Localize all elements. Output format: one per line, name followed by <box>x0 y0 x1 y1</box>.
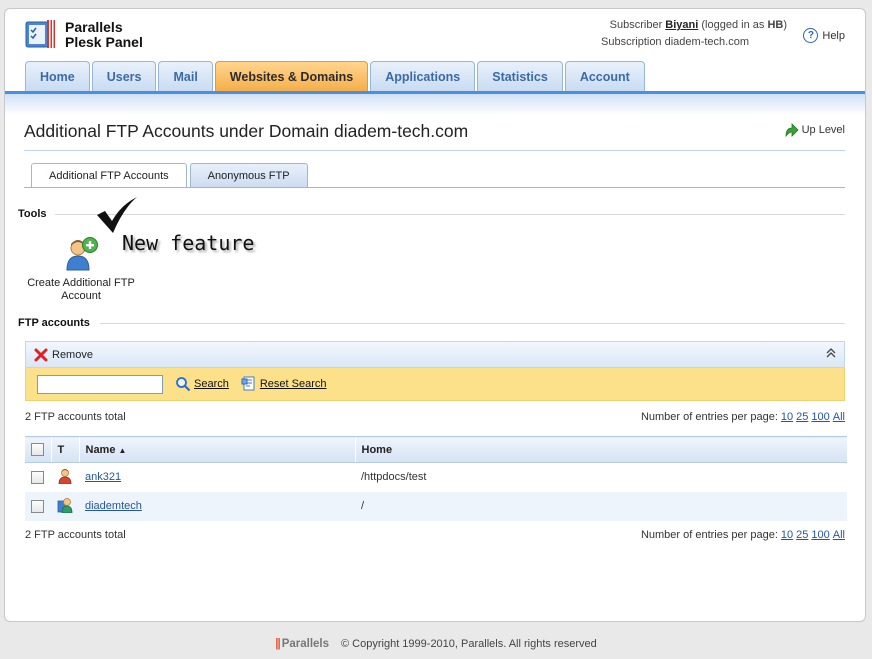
home-directory: /httpdocs/test <box>355 462 847 492</box>
plesk-logo-icon <box>25 19 57 49</box>
sort-asc-icon: ▲ <box>118 445 127 455</box>
tab-home[interactable]: Home <box>25 61 90 91</box>
per-page-25[interactable]: 25 <box>796 529 808 541</box>
system-user-ftp-icon <box>57 497 73 513</box>
list-toolbar: Remove <box>25 341 845 368</box>
copyright-text: © Copyright 1999-2010, Parallels. All ri… <box>341 638 597 650</box>
subtabs: Additional FTP Accounts Anonymous FTP <box>31 163 308 188</box>
remove-icon <box>34 348 48 361</box>
new-feature-annotation: New feature <box>122 231 255 255</box>
row-checkbox[interactable] <box>31 499 44 513</box>
ftp-divider <box>100 323 845 324</box>
collapse-icon[interactable] <box>826 348 836 361</box>
tab-websites-domains[interactable]: Websites & Domains <box>214 61 369 91</box>
tab-anonymous-ftp[interactable]: Anonymous FTP <box>189 163 308 187</box>
search-bar: Search Reset Search <box>25 368 845 401</box>
help-icon: ? <box>803 28 819 43</box>
select-all-checkbox[interactable] <box>31 443 44 456</box>
search-input[interactable] <box>37 374 163 394</box>
total-count-bottom: 2 FTP accounts total <box>25 529 126 541</box>
page-title: Additional FTP Accounts under Domain dia… <box>24 121 469 141</box>
tools-divider <box>55 214 845 215</box>
per-page-10[interactable]: 10 <box>781 529 793 541</box>
ftp-account-link[interactable]: diademtech <box>85 500 142 512</box>
help-link[interactable]: ? Help <box>803 28 845 43</box>
tools-section-label: Tools <box>18 208 47 220</box>
entries-per-page-top: Number of entries per page: 10 25 100 Al… <box>640 411 845 423</box>
column-name[interactable]: Name ▲ <box>78 436 355 463</box>
remove-button[interactable]: Remove <box>34 348 93 362</box>
ftp-section-label: FTP accounts <box>18 317 90 329</box>
ftp-accounts-table: T Name ▲ Home ank321 /httpdocs/test diad… <box>25 436 847 521</box>
footer: || Parallels © Copyright 1999-2010, Paral… <box>0 638 872 650</box>
ftp-account-link[interactable]: ank321 <box>85 471 121 483</box>
main-nav: Home Users Mail Websites & Domains Appli… <box>25 61 645 91</box>
product-name: Parallels Plesk Panel <box>65 19 143 50</box>
tab-applications[interactable]: Applications <box>370 61 476 91</box>
title-divider <box>24 150 845 151</box>
add-user-icon <box>63 236 99 272</box>
main-panel: Parallels Plesk Panel Subscriber Biyani … <box>4 8 866 622</box>
subscriber-link[interactable]: Biyani <box>665 19 698 31</box>
subscriber-info: Subscriber Biyani (logged in as HB) <box>609 19 787 31</box>
column-home[interactable]: Home <box>354 436 847 463</box>
per-page-all[interactable]: All <box>833 529 845 541</box>
subtabs-divider <box>24 187 845 188</box>
up-arrow-icon <box>785 123 799 138</box>
search-button[interactable]: Search <box>175 376 229 392</box>
table-header: T Name ▲ Home <box>25 436 847 463</box>
per-page-25[interactable]: 25 <box>796 411 808 423</box>
total-count-top: 2 FTP accounts total <box>25 411 126 423</box>
reset-search-icon <box>241 376 255 391</box>
row-checkbox[interactable] <box>31 470 44 484</box>
parallels-logo: || Parallels <box>275 638 330 650</box>
column-type: T <box>50 436 79 463</box>
per-page-10[interactable]: 10 <box>781 411 793 423</box>
per-page-100[interactable]: 100 <box>811 529 829 541</box>
user-ftp-icon <box>58 468 72 485</box>
per-page-all[interactable]: All <box>833 411 845 423</box>
per-page-100[interactable]: 100 <box>811 411 829 423</box>
home-directory: / <box>355 491 847 521</box>
table-row: diademtech / <box>25 491 847 521</box>
tab-users[interactable]: Users <box>91 61 157 91</box>
reset-search-button[interactable]: Reset Search <box>241 376 327 392</box>
nav-divider-bar <box>5 91 865 115</box>
entries-per-page-bottom: Number of entries per page: 10 25 100 Al… <box>640 529 845 541</box>
tab-mail[interactable]: Mail <box>158 61 213 91</box>
table-row: ank321 /httpdocs/test <box>25 462 847 492</box>
up-level-link[interactable]: Up Level <box>783 122 845 138</box>
tab-statistics[interactable]: Statistics <box>477 61 563 91</box>
select-all-cell <box>25 436 51 463</box>
tab-account[interactable]: Account <box>564 61 645 91</box>
tab-additional-ftp-accounts[interactable]: Additional FTP Accounts <box>31 163 187 188</box>
subscription-info: Subscription diadem-tech.com <box>601 36 749 48</box>
create-ftp-account-button[interactable]: Create Additional FTP Account <box>25 236 137 303</box>
magnifier-icon <box>176 377 191 392</box>
